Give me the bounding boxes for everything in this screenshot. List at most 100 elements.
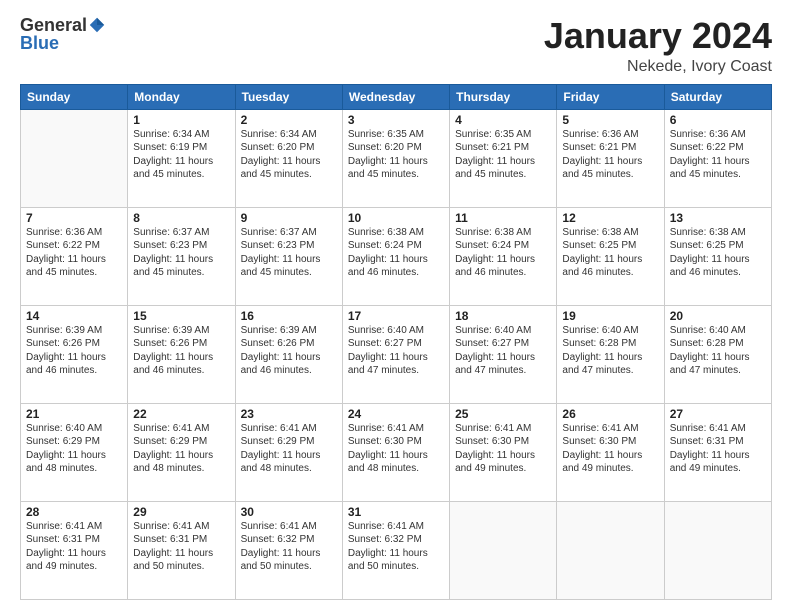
table-row: [450, 501, 557, 599]
sunrise-text: Sunrise: 6:38 AM: [562, 226, 658, 240]
day-info: Sunrise: 6:38 AMSunset: 6:24 PMDaylight:…: [348, 226, 444, 280]
daylight-text: Daylight: 11 hours and 50 minutes.: [133, 547, 229, 574]
daylight-text: Daylight: 11 hours and 46 minutes.: [348, 253, 444, 280]
col-wednesday: Wednesday: [342, 84, 449, 109]
day-info: Sunrise: 6:41 AMSunset: 6:30 PMDaylight:…: [348, 422, 444, 476]
table-row: 15Sunrise: 6:39 AMSunset: 6:26 PMDayligh…: [128, 305, 235, 403]
daylight-text: Daylight: 11 hours and 49 minutes.: [562, 449, 658, 476]
sunrise-text: Sunrise: 6:40 AM: [348, 324, 444, 338]
day-info: Sunrise: 6:38 AMSunset: 6:24 PMDaylight:…: [455, 226, 551, 280]
day-info: Sunrise: 6:41 AMSunset: 6:30 PMDaylight:…: [455, 422, 551, 476]
sunrise-text: Sunrise: 6:41 AM: [670, 422, 766, 436]
col-saturday: Saturday: [664, 84, 771, 109]
col-thursday: Thursday: [450, 84, 557, 109]
sunrise-text: Sunrise: 6:41 AM: [455, 422, 551, 436]
calendar-header-row: Sunday Monday Tuesday Wednesday Thursday…: [21, 84, 772, 109]
sunrise-text: Sunrise: 6:34 AM: [133, 128, 229, 142]
col-monday: Monday: [128, 84, 235, 109]
table-row: 11Sunrise: 6:38 AMSunset: 6:24 PMDayligh…: [450, 207, 557, 305]
daylight-text: Daylight: 11 hours and 45 minutes.: [241, 253, 337, 280]
daylight-text: Daylight: 11 hours and 45 minutes.: [348, 155, 444, 182]
day-number: 14: [26, 309, 122, 323]
table-row: 12Sunrise: 6:38 AMSunset: 6:25 PMDayligh…: [557, 207, 664, 305]
day-info: Sunrise: 6:40 AMSunset: 6:28 PMDaylight:…: [562, 324, 658, 378]
table-row: 5Sunrise: 6:36 AMSunset: 6:21 PMDaylight…: [557, 109, 664, 207]
table-row: 23Sunrise: 6:41 AMSunset: 6:29 PMDayligh…: [235, 403, 342, 501]
day-info: Sunrise: 6:40 AMSunset: 6:29 PMDaylight:…: [26, 422, 122, 476]
day-number: 18: [455, 309, 551, 323]
day-info: Sunrise: 6:34 AMSunset: 6:19 PMDaylight:…: [133, 128, 229, 182]
calendar-title: January 2024: [544, 16, 772, 56]
sunset-text: Sunset: 6:21 PM: [455, 141, 551, 155]
day-info: Sunrise: 6:38 AMSunset: 6:25 PMDaylight:…: [670, 226, 766, 280]
day-info: Sunrise: 6:41 AMSunset: 6:31 PMDaylight:…: [670, 422, 766, 476]
sunset-text: Sunset: 6:22 PM: [670, 141, 766, 155]
day-info: Sunrise: 6:37 AMSunset: 6:23 PMDaylight:…: [241, 226, 337, 280]
day-number: 26: [562, 407, 658, 421]
daylight-text: Daylight: 11 hours and 46 minutes.: [133, 351, 229, 378]
day-info: Sunrise: 6:36 AMSunset: 6:22 PMDaylight:…: [26, 226, 122, 280]
sunrise-text: Sunrise: 6:40 AM: [562, 324, 658, 338]
sunrise-text: Sunrise: 6:39 AM: [26, 324, 122, 338]
daylight-text: Daylight: 11 hours and 46 minutes.: [455, 253, 551, 280]
day-number: 2: [241, 113, 337, 127]
sunset-text: Sunset: 6:30 PM: [562, 435, 658, 449]
day-number: 11: [455, 211, 551, 225]
sunset-text: Sunset: 6:29 PM: [133, 435, 229, 449]
day-info: Sunrise: 6:41 AMSunset: 6:29 PMDaylight:…: [133, 422, 229, 476]
day-info: Sunrise: 6:41 AMSunset: 6:29 PMDaylight:…: [241, 422, 337, 476]
sunset-text: Sunset: 6:32 PM: [348, 533, 444, 547]
table-row: 10Sunrise: 6:38 AMSunset: 6:24 PMDayligh…: [342, 207, 449, 305]
page: General Blue January 2024 Nekede, Ivory …: [0, 0, 792, 612]
day-number: 13: [670, 211, 766, 225]
sunrise-text: Sunrise: 6:36 AM: [26, 226, 122, 240]
table-row: [664, 501, 771, 599]
logo-blue-text: Blue: [20, 34, 59, 52]
day-info: Sunrise: 6:39 AMSunset: 6:26 PMDaylight:…: [133, 324, 229, 378]
sunset-text: Sunset: 6:26 PM: [241, 337, 337, 351]
sunrise-text: Sunrise: 6:35 AM: [455, 128, 551, 142]
day-info: Sunrise: 6:36 AMSunset: 6:22 PMDaylight:…: [670, 128, 766, 182]
sunrise-text: Sunrise: 6:40 AM: [26, 422, 122, 436]
table-row: 2Sunrise: 6:34 AMSunset: 6:20 PMDaylight…: [235, 109, 342, 207]
sunset-text: Sunset: 6:28 PM: [562, 337, 658, 351]
sunrise-text: Sunrise: 6:38 AM: [670, 226, 766, 240]
sunrise-text: Sunrise: 6:41 AM: [241, 520, 337, 534]
day-number: 9: [241, 211, 337, 225]
sunrise-text: Sunrise: 6:38 AM: [455, 226, 551, 240]
table-row: 17Sunrise: 6:40 AMSunset: 6:27 PMDayligh…: [342, 305, 449, 403]
table-row: 9Sunrise: 6:37 AMSunset: 6:23 PMDaylight…: [235, 207, 342, 305]
day-number: 12: [562, 211, 658, 225]
daylight-text: Daylight: 11 hours and 46 minutes.: [241, 351, 337, 378]
day-info: Sunrise: 6:41 AMSunset: 6:32 PMDaylight:…: [348, 520, 444, 574]
daylight-text: Daylight: 11 hours and 47 minutes.: [562, 351, 658, 378]
sunset-text: Sunset: 6:25 PM: [562, 239, 658, 253]
daylight-text: Daylight: 11 hours and 47 minutes.: [348, 351, 444, 378]
daylight-text: Daylight: 11 hours and 50 minutes.: [241, 547, 337, 574]
sunrise-text: Sunrise: 6:41 AM: [348, 422, 444, 436]
sunset-text: Sunset: 6:26 PM: [26, 337, 122, 351]
sunrise-text: Sunrise: 6:41 AM: [348, 520, 444, 534]
table-row: 26Sunrise: 6:41 AMSunset: 6:30 PMDayligh…: [557, 403, 664, 501]
daylight-text: Daylight: 11 hours and 49 minutes.: [670, 449, 766, 476]
sunset-text: Sunset: 6:29 PM: [26, 435, 122, 449]
day-number: 23: [241, 407, 337, 421]
day-info: Sunrise: 6:41 AMSunset: 6:32 PMDaylight:…: [241, 520, 337, 574]
sunset-text: Sunset: 6:25 PM: [670, 239, 766, 253]
daylight-text: Daylight: 11 hours and 48 minutes.: [26, 449, 122, 476]
table-row: 4Sunrise: 6:35 AMSunset: 6:21 PMDaylight…: [450, 109, 557, 207]
sunset-text: Sunset: 6:31 PM: [133, 533, 229, 547]
sunrise-text: Sunrise: 6:39 AM: [133, 324, 229, 338]
daylight-text: Daylight: 11 hours and 45 minutes.: [26, 253, 122, 280]
table-row: 16Sunrise: 6:39 AMSunset: 6:26 PMDayligh…: [235, 305, 342, 403]
daylight-text: Daylight: 11 hours and 48 minutes.: [348, 449, 444, 476]
table-row: [21, 109, 128, 207]
sunset-text: Sunset: 6:27 PM: [455, 337, 551, 351]
sunrise-text: Sunrise: 6:39 AM: [241, 324, 337, 338]
daylight-text: Daylight: 11 hours and 46 minutes.: [670, 253, 766, 280]
sunset-text: Sunset: 6:20 PM: [348, 141, 444, 155]
sunrise-text: Sunrise: 6:41 AM: [26, 520, 122, 534]
daylight-text: Daylight: 11 hours and 47 minutes.: [670, 351, 766, 378]
table-row: 14Sunrise: 6:39 AMSunset: 6:26 PMDayligh…: [21, 305, 128, 403]
table-row: 28Sunrise: 6:41 AMSunset: 6:31 PMDayligh…: [21, 501, 128, 599]
